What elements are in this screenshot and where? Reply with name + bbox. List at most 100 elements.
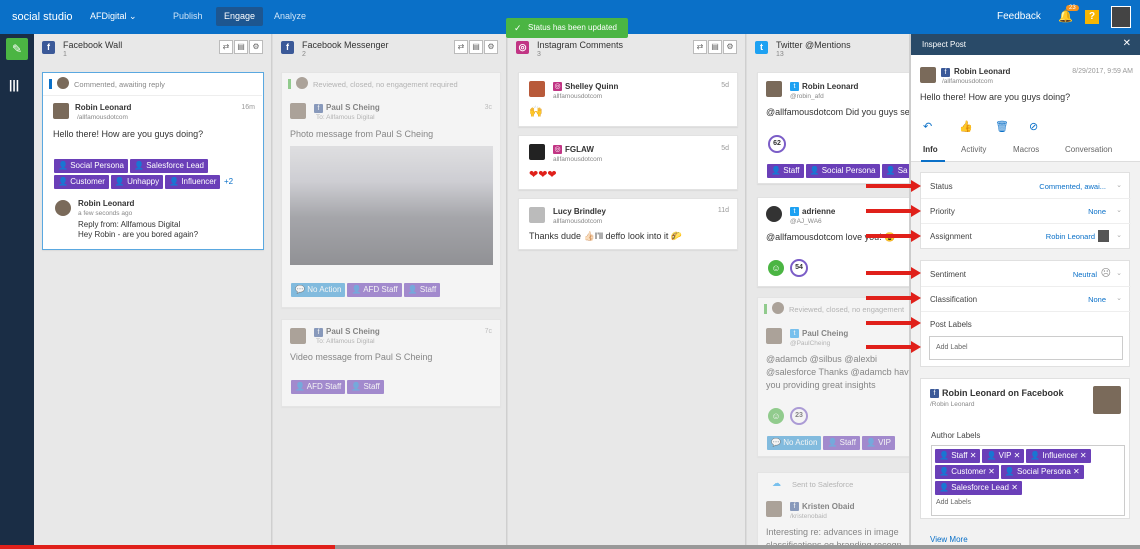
post-card[interactable]: ☁ Sent to Salesforce f Kristen Obaid /kr… bbox=[757, 472, 909, 549]
tag[interactable]: 👤 Staff bbox=[823, 436, 860, 450]
priority-field[interactable]: Priority None ⌄ bbox=[921, 199, 1131, 224]
bell-icon[interactable]: 🔔 bbox=[1058, 9, 1073, 23]
post-card[interactable]: Commented, awaiting reply Robin Leonard … bbox=[42, 72, 264, 250]
tag[interactable]: 👤 AFD Staff bbox=[347, 283, 402, 297]
help-icon[interactable]: ? bbox=[1085, 10, 1099, 24]
author-name[interactable]: Paul S Cheing bbox=[326, 327, 380, 336]
feedback-link[interactable]: Feedback bbox=[997, 11, 1041, 22]
attached-photo[interactable] bbox=[290, 146, 493, 265]
avatar bbox=[920, 67, 936, 83]
tab-activity[interactable]: Activity bbox=[961, 145, 986, 154]
author-label[interactable]: 👤 Customer ✕ bbox=[935, 465, 999, 479]
tag[interactable]: 👤 VIP bbox=[861, 436, 896, 450]
tag-list: 💬 No Action 👤 Staff 👤 VIP bbox=[766, 435, 896, 451]
sentiment-field[interactable]: Sentiment Neutral ☹ ⌄ bbox=[921, 262, 1131, 287]
post-card[interactable]: f Paul S Cheing To: Allfamous Digital 7c… bbox=[281, 319, 501, 407]
author-name[interactable]: Robin Leonard bbox=[802, 82, 858, 91]
status-value[interactable]: Commented, awai... bbox=[1039, 182, 1106, 191]
author-name[interactable]: Paul Cheing bbox=[802, 329, 848, 338]
author-box-title[interactable]: Robin Leonard on Facebook bbox=[942, 388, 1064, 398]
tab-macros[interactable]: Macros bbox=[1013, 145, 1039, 154]
video-progress-played[interactable] bbox=[0, 545, 335, 549]
facebook-icon: f bbox=[42, 41, 55, 54]
tab-engage[interactable]: Engage bbox=[216, 7, 264, 26]
author-name[interactable]: Paul S Cheing bbox=[326, 103, 380, 112]
author-name[interactable]: Robin Leonard bbox=[954, 67, 1010, 76]
like-icon[interactable]: 👍 bbox=[959, 120, 973, 133]
assignment-field[interactable]: Assignment Robin Leonard ⌄ bbox=[921, 224, 1131, 249]
calendar-icon[interactable]: ▤ bbox=[234, 40, 248, 54]
org-selector[interactable]: AFDigital ⌄ bbox=[90, 11, 137, 22]
gear-icon[interactable]: ⚙ bbox=[249, 40, 263, 54]
user-avatar[interactable] bbox=[1111, 6, 1131, 28]
post-card[interactable]: ◎ FGLAW allfamousdotcom 5d ❤❤❤ bbox=[518, 135, 738, 190]
tab-analyze[interactable]: Analyze bbox=[266, 7, 314, 26]
tag[interactable]: 👤 Customer bbox=[54, 175, 109, 189]
tab-conversation[interactable]: Conversation bbox=[1065, 145, 1112, 154]
reply-icon[interactable]: ↶ bbox=[923, 120, 932, 133]
tab-publish[interactable]: Publish bbox=[165, 7, 211, 26]
tag[interactable]: 👤 Social Persona bbox=[805, 164, 880, 178]
author-label[interactable]: 👤 VIP ✕ bbox=[982, 449, 1025, 463]
author-name[interactable]: adrienne bbox=[802, 207, 835, 216]
trash-icon[interactable]: 🗑 bbox=[995, 120, 1009, 133]
facebook-icon: f bbox=[281, 41, 294, 54]
author-name[interactable]: Lucy Brindley bbox=[553, 207, 606, 216]
status-field[interactable]: Status Commented, awai... ⌄ bbox=[921, 174, 1131, 199]
tag[interactable]: 👤 Social Persona bbox=[54, 159, 128, 173]
tab-info[interactable]: Info bbox=[923, 145, 938, 154]
author-name[interactable]: Robin Leonard bbox=[75, 103, 131, 112]
add-labels-input[interactable]: Add Labels bbox=[936, 499, 971, 506]
hide-icon[interactable]: ⊘ bbox=[1029, 120, 1038, 133]
close-icon[interactable]: ✕ bbox=[1123, 38, 1131, 49]
author-name[interactable]: Shelley Quinn bbox=[565, 82, 618, 91]
classification-value[interactable]: None bbox=[1088, 295, 1106, 304]
view-more-link[interactable]: View More bbox=[930, 535, 968, 544]
calendar-icon[interactable]: ▤ bbox=[469, 40, 483, 54]
tag[interactable]: 👤 Influencer bbox=[165, 175, 221, 189]
gear-icon[interactable]: ⚙ bbox=[484, 40, 498, 54]
calendar-icon[interactable]: ▤ bbox=[708, 40, 722, 54]
refresh-icon[interactable]: ⇄ bbox=[219, 40, 233, 54]
classification-field[interactable]: Classification None ⌄ bbox=[921, 287, 1131, 312]
annotation-arrow bbox=[866, 317, 921, 329]
author-label[interactable]: 👤 Influencer ✕ bbox=[1026, 449, 1091, 463]
more-tags-link[interactable]: +2 bbox=[224, 177, 233, 186]
columns-icon[interactable]: ||| bbox=[9, 78, 19, 92]
brand-logo[interactable]: social studio bbox=[12, 11, 73, 23]
author-name[interactable]: Kristen Obaid bbox=[802, 502, 854, 511]
tag[interactable]: 👤 Staff bbox=[347, 380, 384, 394]
refresh-icon[interactable]: ⇄ bbox=[454, 40, 468, 54]
author-label[interactable]: 👤 Social Persona ✕ bbox=[1000, 465, 1084, 479]
author-name[interactable]: FGLAW bbox=[565, 145, 594, 154]
compose-icon[interactable]: ✎ bbox=[6, 38, 28, 60]
post-card[interactable]: ◎ Shelley Quinn allfamousdotcom 5d 🙌 bbox=[518, 72, 738, 127]
tag[interactable]: 👤 Unhappy bbox=[110, 175, 164, 189]
assignment-value[interactable]: Robin Leonard bbox=[1046, 232, 1095, 241]
add-label-input[interactable]: Add Label bbox=[929, 336, 1123, 360]
tag[interactable]: 👤 Staff bbox=[767, 164, 804, 178]
post-card[interactable]: t Robin Leonard @robin_afd @allfamousdot… bbox=[757, 72, 909, 184]
author-label[interactable]: 👤 Salesforce Lead ✕ bbox=[935, 481, 1022, 495]
post-fields: Sentiment Neutral ☹ ⌄ Classification Non… bbox=[920, 260, 1131, 367]
tag[interactable]: 💬 No Action bbox=[291, 283, 346, 297]
refresh-icon[interactable]: ⇄ bbox=[693, 40, 707, 54]
tag[interactable]: 👤 AFD Staff bbox=[291, 380, 346, 394]
post-message: ❤❤❤ bbox=[529, 169, 557, 181]
tag[interactable]: 👤 Salesforce Lead bbox=[130, 159, 209, 173]
twitter-icon: t bbox=[790, 82, 799, 91]
instagram-icon: ◎ bbox=[553, 82, 562, 91]
video-progress-remaining[interactable] bbox=[335, 545, 1140, 549]
tag[interactable]: 👤 Staff bbox=[403, 283, 441, 297]
post-card[interactable]: Lucy Brindley allfamousdotcom 11d Thanks… bbox=[518, 198, 738, 250]
check-icon: ✓ bbox=[514, 23, 522, 33]
status-toast: ✓ Status has been updated bbox=[506, 18, 628, 38]
tag[interactable]: 💬 No Action bbox=[767, 436, 822, 450]
gear-icon[interactable]: ⚙ bbox=[723, 40, 737, 54]
priority-value[interactable]: None bbox=[1088, 207, 1106, 216]
tag[interactable]: 👤 Sa bbox=[881, 164, 909, 178]
column-tools: ⇄ ▤ ⚙ bbox=[453, 40, 498, 54]
post-card[interactable]: Reviewed, closed, no engagement required… bbox=[281, 72, 501, 308]
sentiment-value[interactable]: Neutral bbox=[1073, 270, 1097, 279]
author-label[interactable]: 👤 Staff ✕ bbox=[935, 449, 981, 463]
